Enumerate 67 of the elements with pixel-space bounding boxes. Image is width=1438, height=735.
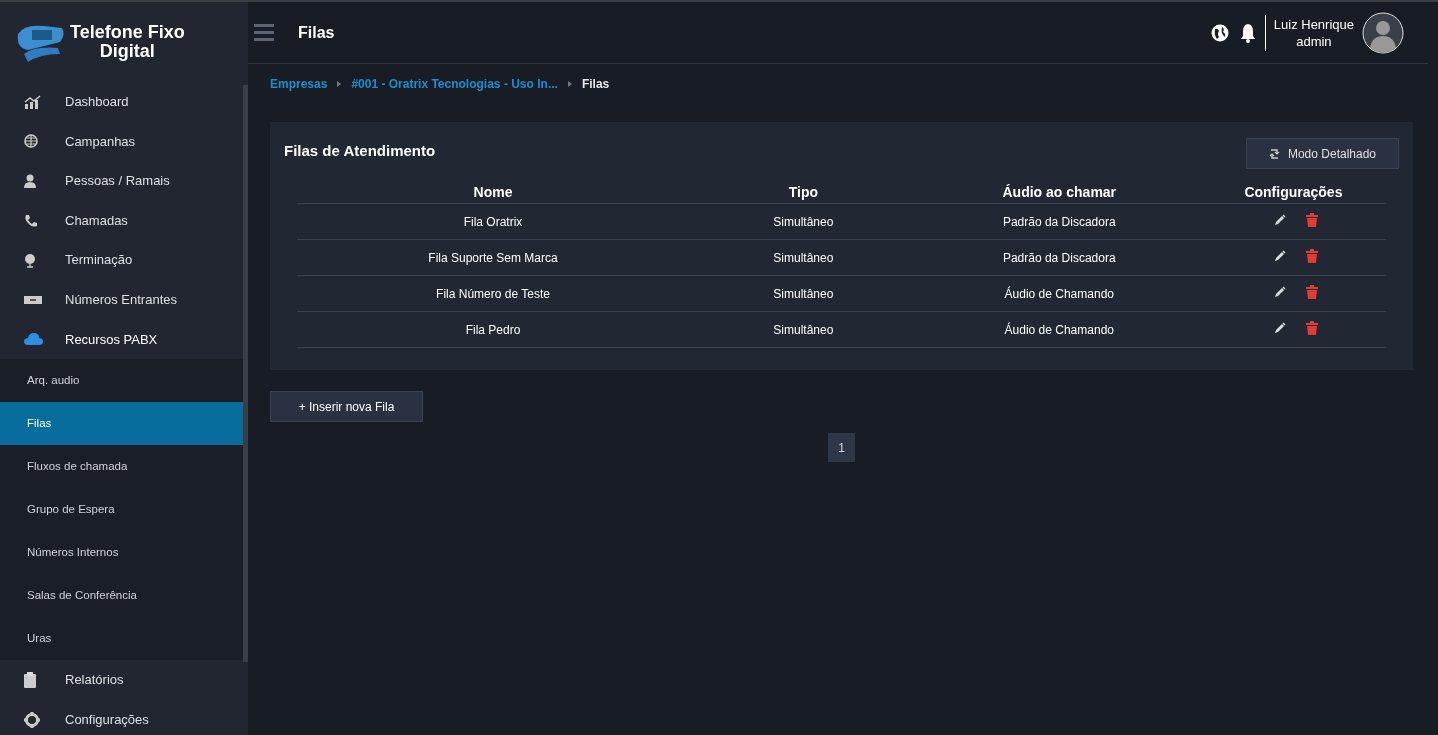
sidebar-item[interactable]: Campanhas: [0, 121, 243, 162]
table-cell: Simultâneo: [689, 275, 918, 312]
refresh-icon: [1268, 147, 1280, 160]
submenu-item[interactable]: Salas de Conferência: [0, 574, 243, 618]
trash-icon[interactable]: [1306, 284, 1319, 299]
page-title: Filas: [298, 22, 335, 43]
globe-icon[interactable]: [1210, 23, 1229, 42]
add-queue-button[interactable]: + Inserir nova Fila: [270, 391, 423, 422]
table-cell: Fila Pedro: [297, 311, 690, 348]
clipboard-icon: [24, 671, 36, 688]
user-role: admin: [1296, 32, 1332, 50]
submenu-item[interactable]: Grupo de Espera: [0, 488, 243, 532]
breadcrumb-current: Filas: [581, 76, 610, 93]
trash-icon[interactable]: [1306, 248, 1319, 263]
table-cell: Fila Número de Teste: [297, 275, 690, 312]
table-cell: Fila Oratrix: [297, 203, 690, 240]
table-cell: Simultâneo: [689, 203, 918, 240]
trash-icon[interactable]: [1306, 212, 1319, 227]
column-header: Configurações: [1200, 179, 1386, 204]
sidebar-item[interactable]: Terminação: [0, 240, 243, 280]
number-plate-icon: [24, 295, 42, 304]
mode-toggle-button[interactable]: Modo Detalhado: [1245, 138, 1399, 169]
column-header: Tipo: [689, 179, 918, 204]
sidebar-item[interactable]: Configurações: [0, 699, 243, 735]
table-cell: Fila Suporte Sem Marca: [297, 239, 690, 276]
chart-icon: [24, 94, 41, 109]
sidebar-item[interactable]: Recursos PABX: [0, 319, 243, 360]
submenu-item[interactable]: Filas: [0, 402, 243, 446]
submenu-item[interactable]: Uras: [0, 617, 243, 661]
edit-pencil-icon[interactable]: [1274, 321, 1287, 334]
edit-pencil-icon[interactable]: [1274, 249, 1287, 262]
edit-pencil-icon[interactable]: [1274, 213, 1287, 226]
person-icon: [24, 174, 36, 188]
table-cell: Simultâneo: [689, 311, 918, 348]
breadcrumb-separator-icon: [567, 81, 572, 87]
submenu-item[interactable]: Números Internos: [0, 531, 243, 575]
breadcrumb-link[interactable]: #001 - Oratrix Tecnologias - Uso In...: [351, 75, 558, 93]
sidebar-item[interactable]: Chamadas: [0, 200, 243, 241]
logo-text: Digital: [99, 42, 155, 61]
page-button[interactable]: 1: [828, 433, 855, 462]
globe-icon: [24, 134, 38, 149]
sidebar-item[interactable]: Dashboard: [0, 82, 243, 122]
avatar-icon[interactable]: [1362, 11, 1404, 54]
sidebar-item[interactable]: Relatórios: [0, 660, 243, 700]
column-header: Nome: [297, 179, 690, 204]
breadcrumb-link[interactable]: Empresas: [270, 75, 328, 93]
table-cell: Padrão da Discadora: [917, 203, 1201, 240]
cloud-icon: [24, 333, 43, 346]
submenu-item[interactable]: Fluxos de chamada: [0, 445, 243, 489]
table-cell: Áudio de Chamando: [917, 311, 1201, 348]
user-name: Luiz Henrique: [1273, 15, 1354, 33]
logo-text: Telefone Fixo: [70, 23, 185, 42]
menu-icon[interactable]: [254, 24, 274, 41]
sidebar-item[interactable]: Pessoas / Ramais: [0, 161, 243, 201]
trash-icon[interactable]: [1306, 320, 1319, 335]
sidebar-item[interactable]: Números Entrantes: [0, 279, 243, 320]
submenu-item[interactable]: Arq. audio: [0, 359, 243, 403]
table-cell: Padrão da Discadora: [917, 239, 1201, 276]
phone-icon: [24, 213, 38, 228]
column-header: Áudio ao chamar: [917, 179, 1201, 204]
globe-stand-icon: [24, 252, 36, 268]
card-title: Filas de Atendimento: [284, 141, 436, 161]
table-cell: Simultâneo: [689, 239, 918, 276]
breadcrumb-separator-icon: [337, 81, 342, 87]
edit-pencil-icon[interactable]: [1274, 285, 1287, 298]
notification-bell-icon[interactable]: [1240, 22, 1255, 43]
table-cell: Áudio de Chamando: [917, 275, 1201, 312]
